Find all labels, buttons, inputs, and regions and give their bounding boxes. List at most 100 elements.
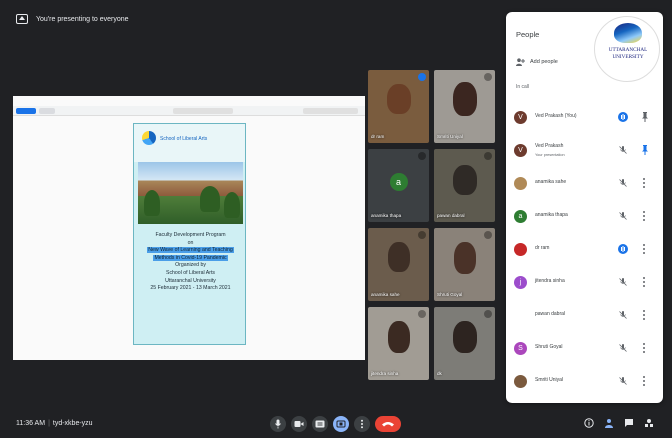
participant-name: anamika thapa <box>535 212 568 218</box>
more-vert-icon[interactable] <box>643 343 646 354</box>
participant-name: Smriti Uniyal <box>535 377 564 383</box>
add-people-label: Add people <box>530 59 558 65</box>
participant-row[interactable]: j jitendra sinha <box>506 267 663 300</box>
meeting-info: 11:36 AM | tyd-xkbe-yzu <box>16 420 93 427</box>
participant-name: Smriti Uniyal <box>437 134 463 139</box>
participant-tile[interactable]: jitendra sinha <box>368 307 429 380</box>
participant-row[interactable]: pawan dabral <box>506 300 663 333</box>
captions-icon <box>315 420 325 428</box>
pin-icon[interactable] <box>642 112 648 122</box>
poster-line: Uttaranchal University <box>165 277 216 284</box>
participant-tile[interactable]: anamika sahe <box>368 228 429 301</box>
participant-name: anamika thapa <box>371 213 402 218</box>
participant-avatar: S <box>514 342 527 355</box>
activities-icon[interactable] <box>644 418 654 428</box>
participant-name: jitendra sinha <box>371 371 399 376</box>
speaking-icon <box>618 112 628 122</box>
mic-off-icon <box>619 212 627 220</box>
participant-name: anamika sahe <box>535 179 567 185</box>
in-call-header: In call <box>516 84 530 90</box>
more-vert-icon[interactable] <box>643 211 646 222</box>
more-vert-icon[interactable] <box>643 376 646 387</box>
speaking-icon <box>418 73 426 81</box>
hang-up-icon <box>382 422 394 427</box>
more-vert-icon[interactable] <box>643 277 646 288</box>
participant-subtitle: Your presentation <box>535 153 565 157</box>
participant-tile[interactable]: dr ram <box>368 70 429 143</box>
camera-button[interactable] <box>291 416 307 432</box>
poster-school-name: School of Liberal Arts <box>160 136 208 142</box>
participant-tile[interactable]: a anamika thapa <box>368 149 429 222</box>
participant-row[interactable]: a anamika thapa <box>506 201 663 234</box>
mic-off-icon <box>418 310 426 318</box>
panel-title: People <box>516 30 540 39</box>
shared-toolbar-button <box>39 108 55 114</box>
participant-avatar: a <box>514 210 527 223</box>
participant-name: anamika sahe <box>371 292 400 297</box>
participant-row[interactable]: V Ved Prakash Your presentation <box>506 135 663 168</box>
mic-off-icon <box>619 179 627 187</box>
participant-avatar: V <box>514 111 527 124</box>
shared-screen: School of Liberal Arts Faculty Developme… <box>13 96 365 360</box>
fdp-poster: School of Liberal Arts Faculty Developme… <box>133 123 246 345</box>
participant-tile[interactable]: Shruti Goyal <box>434 228 495 301</box>
add-people-button[interactable]: Add people <box>516 58 558 66</box>
participant-video <box>387 242 410 272</box>
tree-shape <box>144 190 160 216</box>
participant-avatar: V <box>514 144 527 157</box>
shared-toolbar-button <box>16 108 36 114</box>
poster-line: 25 February 2021 - 13 March 2021 <box>150 285 231 292</box>
info-icon[interactable] <box>584 418 594 428</box>
leave-call-button[interactable] <box>375 416 401 432</box>
participant-row[interactable]: anamika sahe <box>506 168 663 201</box>
chat-icon[interactable] <box>624 418 634 428</box>
participant-name: jitendra sinha <box>535 278 565 284</box>
participant-avatar <box>514 177 527 190</box>
people-list: V Ved Prakash (You) V Ved Prakash Your prese… <box>506 102 663 399</box>
captions-button[interactable] <box>312 416 328 432</box>
poster-text: Faculty Development Program on New Wave … <box>136 232 245 293</box>
bottom-bar: 11:36 AM | tyd-xkbe-yzu <box>0 410 672 438</box>
add-person-icon <box>516 58 525 66</box>
people-icon[interactable] <box>604 418 614 428</box>
more-vert-icon[interactable] <box>643 310 646 321</box>
shared-toolbar-control <box>303 108 358 114</box>
campus-photo <box>138 162 243 224</box>
poster-line: Faculty Development Program <box>155 232 226 238</box>
shared-toolbar <box>13 106 365 116</box>
presenting-banner: You're presenting to everyone <box>16 14 129 24</box>
participant-name: dr ram <box>535 245 550 251</box>
participant-tile[interactable]: pawan dabral <box>434 149 495 222</box>
present-screen-icon <box>16 14 28 24</box>
participant-row[interactable]: dr ram <box>506 234 663 267</box>
mic-off-icon <box>619 344 627 352</box>
more-options-button[interactable] <box>354 416 370 432</box>
participant-row[interactable]: S Shruti Goyal <box>506 333 663 366</box>
present-screen-icon <box>336 420 346 428</box>
university-logo: UTTARANCHAL UNIVERSITY <box>594 16 660 82</box>
participant-avatar <box>514 243 527 256</box>
participant-video <box>386 84 411 114</box>
mic-off-icon <box>484 73 492 81</box>
participant-name: dk <box>437 371 442 376</box>
poster-line: School of Liberal Arts <box>165 269 216 276</box>
mic-off-icon <box>418 231 426 239</box>
speaking-icon <box>618 244 628 254</box>
participant-tile[interactable]: Smriti Uniyal <box>434 70 495 143</box>
participant-avatar <box>514 309 527 322</box>
present-button[interactable] <box>333 416 349 432</box>
participant-video <box>453 242 476 274</box>
more-vert-icon[interactable] <box>643 244 646 255</box>
participant-row[interactable]: Smriti Uniyal <box>506 366 663 399</box>
mic-button[interactable] <box>270 416 286 432</box>
participant-row[interactable]: V Ved Prakash (You) <box>506 102 663 135</box>
pin-icon[interactable] <box>642 145 648 155</box>
people-panel: People UTTARANCHAL UNIVERSITY Add people… <box>506 12 663 403</box>
university-name: UTTARANCHAL UNIVERSITY <box>608 47 648 60</box>
meeting-code: tyd-xkbe-yzu <box>52 420 93 427</box>
participant-name: pawan dabral <box>535 311 566 317</box>
participant-tile[interactable]: dk <box>434 307 495 380</box>
more-vert-icon[interactable] <box>643 178 646 189</box>
mic-icon <box>275 419 281 429</box>
participant-video <box>387 321 410 353</box>
